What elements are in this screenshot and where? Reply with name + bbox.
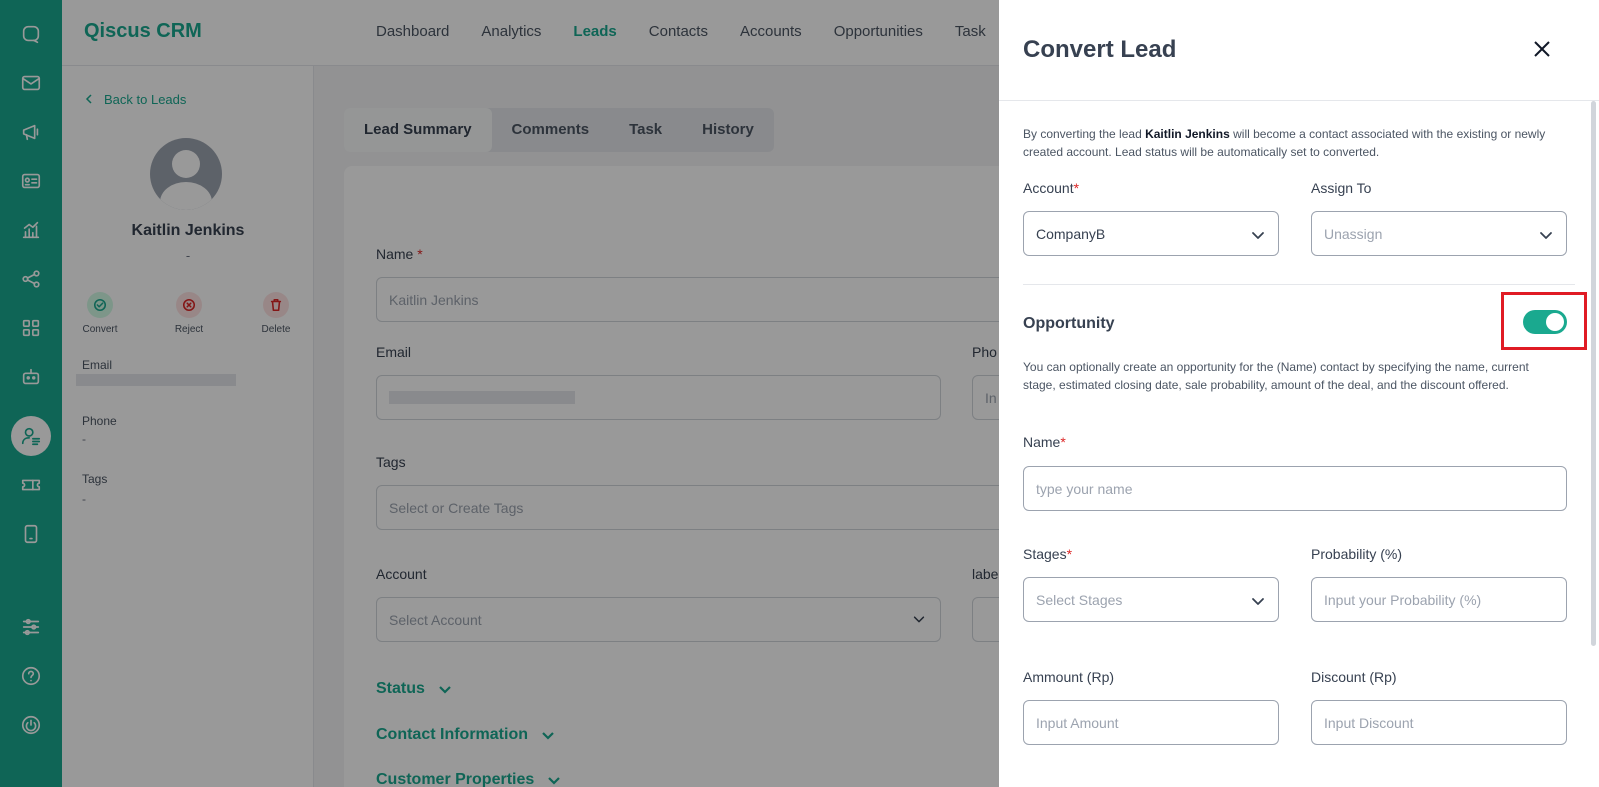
chevron-down-icon	[1250, 593, 1266, 609]
convert-lead-drawer: Convert Lead By converting the lead Kait…	[999, 0, 1599, 787]
section-divider	[1023, 284, 1575, 285]
opportunity-description: You can optionally create an opportunity…	[1023, 360, 1529, 392]
account-dropdown-value: CompanyB	[1036, 225, 1106, 242]
close-button[interactable]	[1529, 36, 1555, 62]
close-icon	[1534, 41, 1550, 57]
opportunity-name-input[interactable]: type your name	[1023, 466, 1567, 511]
account-dropdown[interactable]: CompanyB	[1023, 211, 1279, 256]
account-label: Account*	[1023, 180, 1080, 196]
discount-input[interactable]: Input Discount	[1311, 700, 1567, 745]
opportunity-title: Opportunity	[1023, 315, 1115, 332]
assign-to-dropdown-value: Unassign	[1324, 225, 1383, 242]
discount-label: Discount (Rp)	[1311, 669, 1397, 685]
chevron-down-icon	[1250, 227, 1266, 243]
stages-label: Stages*	[1023, 546, 1073, 562]
drawer-header-divider	[999, 100, 1599, 101]
assign-to-label: Assign To	[1311, 180, 1372, 196]
stages-dropdown[interactable]: Select Stages	[1023, 577, 1279, 622]
opportunity-toggle[interactable]	[1523, 310, 1567, 334]
amount-label: Ammount (Rp)	[1023, 669, 1115, 685]
chevron-down-icon	[1538, 227, 1554, 243]
convert-intro-text: By converting the lead Kaitlin Jenkins w…	[1023, 127, 1546, 159]
probability-label: Probability (%)	[1311, 546, 1403, 562]
drawer-title: Convert Lead	[1023, 36, 1177, 63]
assign-to-dropdown[interactable]: Unassign	[1311, 211, 1567, 256]
toggle-knob	[1546, 313, 1564, 331]
probability-input[interactable]: Input your Probability (%)	[1311, 577, 1567, 622]
amount-input[interactable]: Input Amount	[1023, 700, 1279, 745]
opportunity-name-label: Name*	[1023, 434, 1066, 450]
stages-dropdown-value: Select Stages	[1036, 591, 1123, 608]
drawer-scrollbar[interactable]	[1591, 101, 1596, 646]
